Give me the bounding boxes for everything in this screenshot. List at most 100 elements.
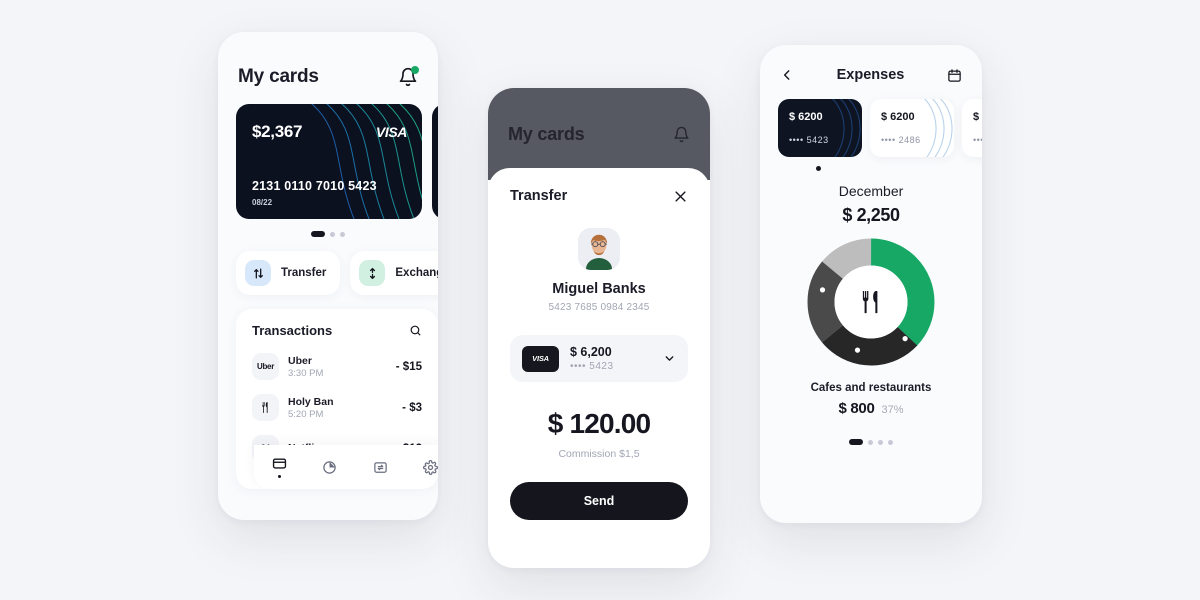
tab-settings[interactable] — [423, 459, 438, 475]
category-percent: 37% — [881, 404, 904, 416]
bottom-tabbar — [254, 445, 438, 489]
category-amount-row: $ 800 37% — [760, 400, 982, 417]
page-title: Expenses — [836, 67, 905, 83]
transfer-arrows-icon — [245, 260, 271, 286]
category-amount: $ 800 — [838, 400, 875, 417]
expense-card-amount: $ 6200 — [881, 111, 915, 123]
expenses-dot-3[interactable] — [878, 439, 883, 445]
transaction-name: Uber — [288, 354, 312, 367]
transaction-time: 3:30 PM — [288, 367, 324, 379]
page-title: My cards — [238, 66, 319, 87]
close-icon[interactable] — [673, 189, 688, 204]
expense-card-2[interactable]: $ 6200 •••• 2486 — [870, 99, 954, 157]
expense-card-amount: $ — [973, 111, 980, 123]
phone-transfer: My cards Transfer Miguel Banks 5423 7685… — [488, 88, 710, 568]
my-cards-header: My cards — [218, 32, 438, 88]
exchange-button-label: Exchange — [395, 267, 438, 279]
visa-card-thumbnail: VISA — [522, 345, 559, 372]
restaurant-icon — [252, 394, 279, 421]
exchange-arrows-icon — [359, 260, 386, 286]
send-button[interactable]: Send — [510, 482, 688, 520]
tab-transfers[interactable] — [373, 460, 388, 475]
donut-handle-2 — [854, 347, 861, 353]
transaction-amount: - $15 — [395, 360, 422, 373]
mockup-stage: My cards $2,367 VISA 2131 0110 7010 5423… — [0, 0, 1200, 600]
chevron-down-icon[interactable] — [663, 352, 676, 365]
notification-dot — [411, 66, 419, 74]
expenses-dot-4[interactable] — [888, 439, 893, 445]
notification-bell-button[interactable] — [398, 66, 419, 87]
card-number: 2131 0110 7010 5423 — [252, 179, 377, 193]
expense-card-1[interactable]: $ 6200 •••• 5423 — [778, 99, 862, 157]
transaction-info: Uber 3:30 PM — [288, 355, 387, 379]
quick-actions-row: Transfer Exchange — [218, 237, 438, 295]
dimmed-page-title: My cards — [508, 124, 585, 144]
category-name: Cafes and restaurants — [810, 382, 932, 394]
calendar-icon[interactable] — [947, 68, 962, 83]
credit-card-primary[interactable]: $2,367 VISA 2131 0110 7010 5423 08/22 — [236, 104, 422, 219]
source-card-selector[interactable]: VISA $ 6,200 •••• 5423 — [510, 335, 688, 382]
card-icon — [272, 458, 286, 469]
expense-card-amount: $ 6200 — [789, 111, 823, 123]
donut-handle-1 — [902, 336, 908, 342]
tab-cards[interactable] — [272, 456, 287, 478]
expense-card-3[interactable]: $ ••• — [962, 99, 982, 157]
expense-card-masked: ••• — [973, 135, 982, 145]
chevron-left-icon[interactable] — [780, 68, 794, 82]
transfer-box-icon — [374, 461, 387, 473]
expense-card-masked: •••• 5423 — [789, 135, 829, 145]
source-card-balance: $ 6,200 — [570, 345, 612, 359]
card-wave-pattern — [831, 99, 862, 157]
table-row[interactable]: Uber Uber 3:30 PM - $15 — [236, 346, 438, 387]
expenses-dot-2[interactable] — [868, 439, 873, 445]
source-card-info: $ 6,200 •••• 5423 — [570, 345, 652, 372]
carousel-dot-2[interactable] — [330, 231, 335, 237]
carousel-dot-1[interactable] — [311, 231, 325, 237]
transaction-info: Holy Ban 5:20 PM — [288, 396, 393, 420]
carousel-dot-3[interactable] — [340, 231, 345, 237]
expense-card-masked: •••• 2486 — [881, 135, 921, 145]
expense-carousel-dot-1[interactable] — [816, 166, 821, 171]
exchange-button[interactable]: Exchange — [350, 251, 438, 295]
expense-card-carousel[interactable]: $ 6200 •••• 5423 $ 6200 •••• 2486 $ ••• — [760, 99, 982, 161]
dimmed-backdrop[interactable]: My cards — [488, 88, 710, 180]
donut-hole — [834, 265, 908, 339]
search-icon[interactable] — [409, 324, 422, 337]
avatar — [578, 228, 620, 270]
transaction-name: Holy Ban — [288, 395, 334, 408]
dimmed-header: My cards — [488, 88, 710, 145]
expenses-donut-chart[interactable] — [760, 238, 982, 366]
pie-chart-icon — [323, 460, 336, 474]
card-expiry: 08/22 — [252, 198, 273, 207]
transaction-time: 5:20 PM — [288, 408, 324, 420]
transfer-sheet-header: Transfer — [510, 188, 688, 204]
payee-name: Miguel Banks — [552, 281, 646, 297]
visa-logo: VISA — [532, 354, 549, 363]
transactions-header: Transactions — [236, 323, 438, 346]
donut-chart-svg — [807, 238, 935, 366]
visa-logo: VISA — [375, 124, 407, 140]
expenses-dot-1[interactable] — [849, 439, 863, 445]
card-carousel[interactable]: $2,367 VISA 2131 0110 7010 5423 08/22 — [218, 104, 438, 222]
credit-card-secondary[interactable] — [432, 104, 438, 219]
donut-handle-3 — [819, 287, 826, 293]
transactions-title: Transactions — [252, 323, 333, 338]
transfer-amount[interactable]: $ 120.00 — [510, 408, 688, 440]
payee-card-number: 5423 7685 0984 2345 — [548, 302, 650, 313]
expense-carousel-dots[interactable] — [760, 166, 982, 171]
transfer-button[interactable]: Transfer — [236, 251, 341, 295]
table-row[interactable]: Holy Ban 5:20 PM - $3 — [236, 387, 438, 428]
tab-statistics[interactable] — [322, 460, 337, 475]
gear-icon — [423, 459, 438, 475]
expenses-header: Expenses — [760, 45, 982, 83]
uber-logo: Uber — [252, 353, 279, 380]
transactions-panel: Transactions Uber Uber 3:30 PM - $15 Hol… — [236, 309, 438, 489]
phone-my-cards: My cards $2,367 VISA 2131 0110 7010 5423… — [218, 32, 438, 520]
expenses-carousel-dots[interactable] — [760, 439, 982, 445]
month-label: December — [838, 183, 904, 199]
tab-active-dot — [277, 475, 281, 478]
bell-icon[interactable] — [673, 126, 690, 143]
sheet-title: Transfer — [510, 188, 568, 204]
avatar-photo — [578, 228, 620, 270]
source-card-masked-number: •••• 5423 — [570, 361, 614, 372]
